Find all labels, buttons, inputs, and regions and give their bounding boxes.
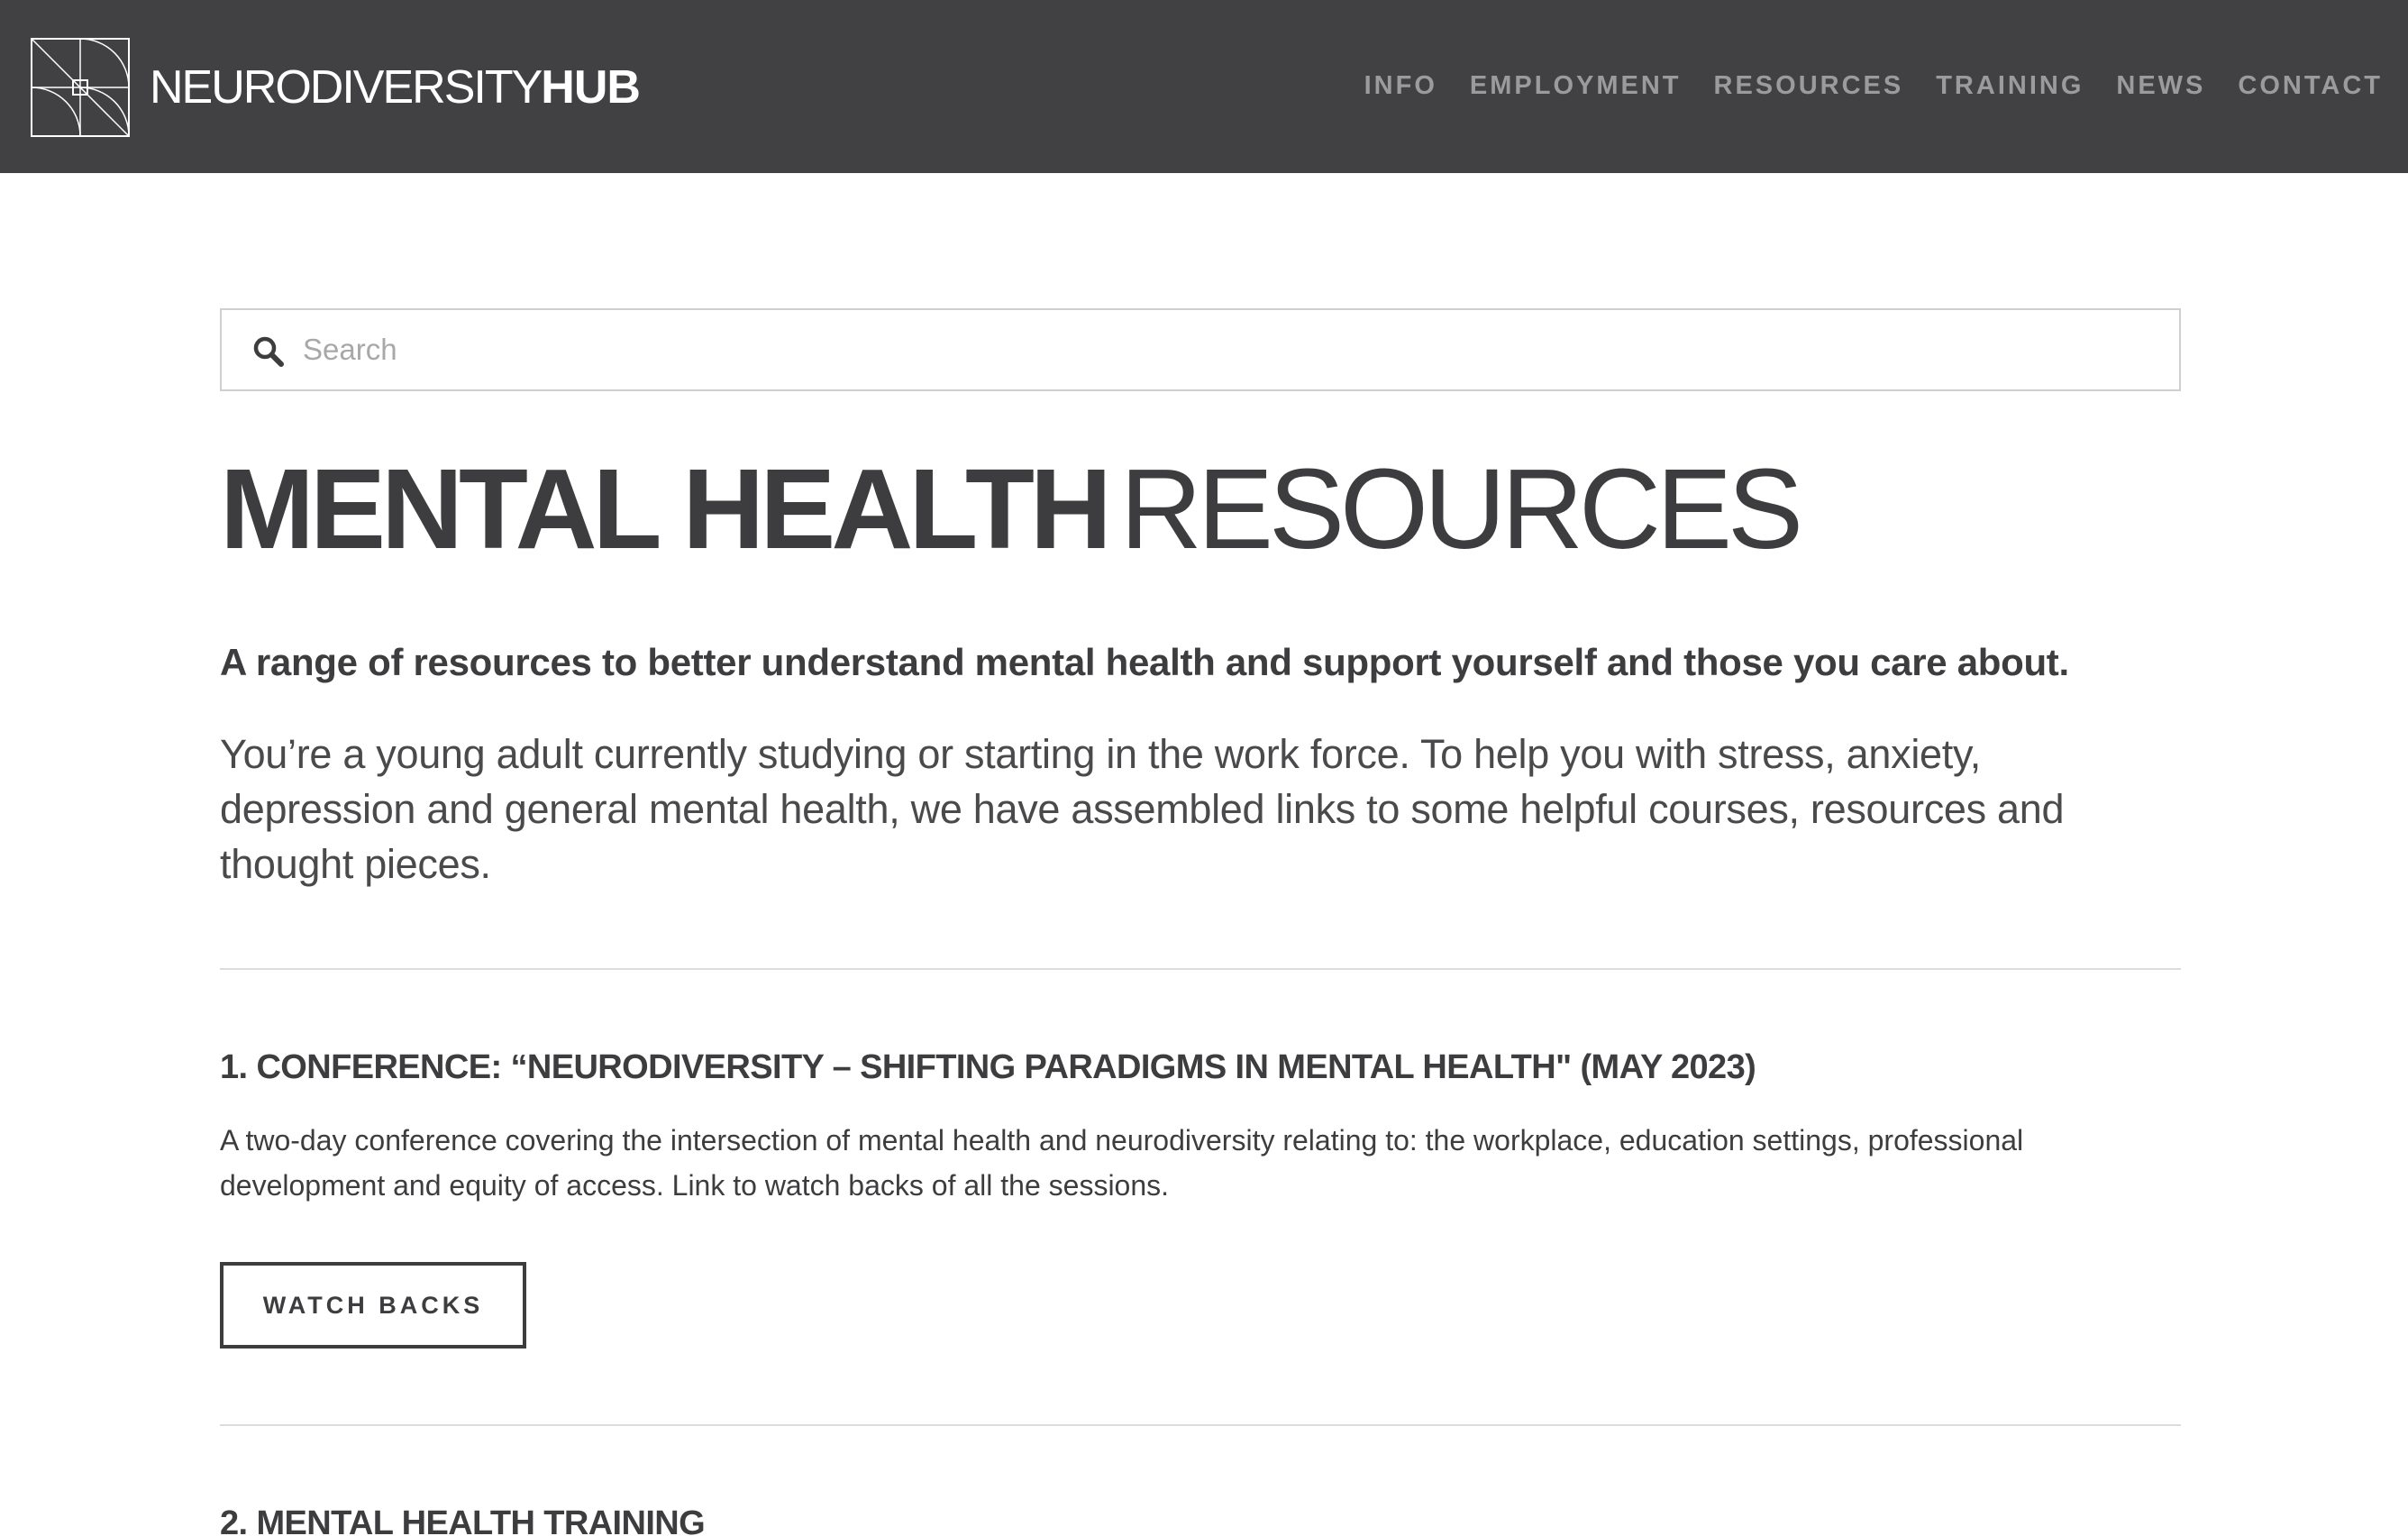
page-intro: You’re a young adult currently studying … [220, 731, 2065, 888]
resource-section-2: 2. MENTAL HEALTH TRAINING [220, 1504, 2181, 1536]
nav-item-contact[interactable]: CONTACT [2238, 68, 2383, 104]
brand-logo-link[interactable]: NEURODIVERSITYHUB [31, 38, 641, 137]
search-bar [220, 308, 2181, 391]
main-content: MENTAL HEALTHRESOURCES A range of resour… [220, 308, 2181, 1536]
page-title-light: RESOURCES [1119, 445, 1803, 572]
page-lead: A range of resources to better understan… [220, 641, 2069, 683]
nav-item-training[interactable]: TRAINING [1936, 68, 2084, 104]
main-nav: INFO EMPLOYMENT RESOURCES TRAINING NEWS … [1332, 68, 2383, 104]
brand-name-light: NEURODIVERSITY [150, 61, 543, 114]
geometric-square-logo-icon [31, 38, 130, 137]
brand-name-bold: HUB [541, 61, 641, 114]
page-title: MENTAL HEALTH RESOURCES [220, 453, 2181, 566]
section-title: 1. CONFERENCE: “NEURODIVERSITY – SHIFTIN… [220, 1048, 1756, 1087]
resource-section-1: 1. CONFERENCE: “NEURODIVERSITY – SHIFTIN… [220, 1049, 2181, 1349]
page-title-bold: MENTAL HEALTH [220, 445, 1112, 572]
section-description: A two-day conference covering the inters… [220, 1124, 2024, 1202]
nav-item-resources[interactable]: RESOURCES [1714, 68, 1904, 104]
section-divider [220, 968, 2181, 971]
nav-item-news[interactable]: NEWS [2116, 68, 2205, 104]
nav-item-employment[interactable]: EMPLOYMENT [1470, 68, 1682, 104]
search-icon [253, 336, 284, 367]
search-input[interactable] [303, 310, 2159, 389]
site-header: NEURODIVERSITYHUB INFO EMPLOYMENT RESOUR… [0, 0, 2408, 173]
section-divider [220, 1424, 2181, 1427]
nav-item-info[interactable]: INFO [1364, 68, 1437, 104]
section-title: 2. MENTAL HEALTH TRAINING [220, 1504, 706, 1536]
watch-backs-button[interactable]: WATCH BACKS [220, 1262, 526, 1349]
brand-wordmark: NEURODIVERSITYHUB [150, 61, 641, 114]
